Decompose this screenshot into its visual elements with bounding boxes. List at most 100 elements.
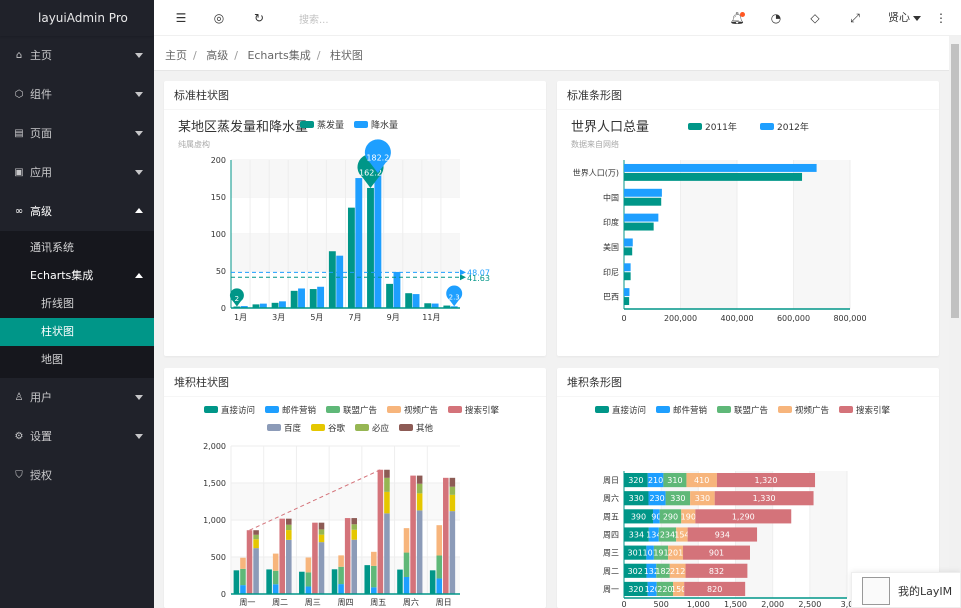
legend-swatch bbox=[265, 406, 279, 413]
page-scrollbar[interactable] bbox=[949, 36, 961, 608]
sidebar-item-1[interactable]: ⬡ 组件 bbox=[0, 75, 154, 114]
crumb-senior[interactable]: 高级 bbox=[206, 49, 228, 62]
chart-title: 某地区蒸发量和降水量 bbox=[178, 119, 308, 135]
layim-panel[interactable]: 我的LayIM bbox=[851, 572, 961, 608]
bar bbox=[624, 288, 630, 297]
sidebar-sub-echarts[interactable]: Echarts集成 bbox=[0, 262, 154, 290]
tag-icon[interactable]: ◇ bbox=[805, 0, 825, 36]
legend-swatch bbox=[778, 406, 792, 413]
bar bbox=[290, 290, 298, 308]
bar-value-label: 901 bbox=[709, 549, 724, 558]
bar bbox=[233, 570, 240, 594]
legend-label: 联盟广告 bbox=[343, 405, 377, 416]
submenu-senior: 通讯系统 Echarts集成 折线图 柱状图 地图 bbox=[0, 231, 154, 378]
menu-fold-icon[interactable]: ☰ bbox=[171, 0, 191, 36]
y-tick-label: 周一 bbox=[603, 585, 619, 594]
sidebar-sub-map[interactable]: 地图 bbox=[0, 346, 154, 374]
card-title: 标准柱状图 bbox=[164, 81, 546, 110]
bar bbox=[436, 525, 443, 556]
bar bbox=[624, 247, 633, 256]
sidebar-item-6[interactable]: ⚙ 设置 bbox=[0, 417, 154, 456]
sidebar-item-label: 主页 bbox=[30, 49, 52, 62]
app-logo[interactable]: layuiAdmin Pro bbox=[0, 0, 154, 36]
bar bbox=[347, 207, 355, 308]
theme-icon[interactable]: ◔ bbox=[766, 0, 786, 36]
chevron-down-icon bbox=[135, 395, 143, 400]
scroll-thumb[interactable] bbox=[951, 44, 959, 318]
refresh-icon[interactable]: ↻ bbox=[249, 0, 269, 36]
bar-value-label: 390 bbox=[631, 512, 646, 521]
y-tick-label: 1,000 bbox=[203, 516, 226, 525]
bar-value-label: 302 bbox=[628, 567, 643, 576]
x-tick-label: 1月 bbox=[234, 313, 247, 322]
bar-value-label: 410 bbox=[694, 476, 709, 485]
sidebar-sub-bar[interactable]: 柱状图 bbox=[0, 318, 154, 346]
sidebar-sub-line[interactable]: 折线图 bbox=[0, 290, 154, 318]
legend-label: 百度 bbox=[284, 423, 302, 434]
bell-icon[interactable]: 🔔︎ bbox=[727, 0, 747, 36]
bar bbox=[449, 511, 456, 594]
bar bbox=[305, 586, 312, 594]
bar bbox=[253, 539, 259, 549]
bar-value-label: 320 bbox=[628, 476, 643, 485]
bar bbox=[371, 587, 377, 594]
chevron-up-icon bbox=[135, 273, 143, 278]
y-tick-label: 150 bbox=[211, 193, 226, 202]
sidebar-item-0[interactable]: ⌂ 主页 bbox=[0, 36, 154, 75]
bar bbox=[272, 570, 279, 585]
bar-value-label: 310 bbox=[667, 476, 682, 485]
sidebar-item-5[interactable]: ♙ 用户 bbox=[0, 378, 154, 417]
card-title: 堆积柱状图 bbox=[164, 368, 546, 397]
legend-label: 降水量 bbox=[371, 119, 398, 131]
legend-label: 视频广告 bbox=[795, 405, 829, 416]
crumb-home[interactable]: 主页 bbox=[165, 49, 187, 62]
grid-band bbox=[231, 483, 460, 520]
legend-label: 谷歌 bbox=[328, 423, 346, 434]
user-menu[interactable]: 贤心 bbox=[888, 0, 921, 36]
bar-value-label: 330 bbox=[670, 494, 685, 503]
component-icon: ⬡ bbox=[14, 89, 24, 100]
more-icon[interactable]: ⋮ bbox=[931, 0, 951, 36]
bar bbox=[286, 530, 292, 540]
bar bbox=[240, 568, 246, 586]
bar bbox=[338, 584, 344, 594]
y-tick-label: 0 bbox=[221, 304, 226, 313]
bar bbox=[374, 173, 382, 308]
bar bbox=[253, 530, 259, 535]
crumb-echarts[interactable]: Echarts集成 bbox=[247, 49, 310, 62]
legend-swatch bbox=[355, 424, 369, 431]
chart-standard-bar: 某地区蒸发量和降水量纯属虚构 蒸发量 降水量 0 50 100 150 200 1月 3月 5月 7月… bbox=[178, 119, 490, 322]
y-tick-label: 200 bbox=[211, 156, 226, 165]
legend-label: 邮件营销 bbox=[282, 405, 317, 416]
bar bbox=[624, 222, 654, 231]
x-tick-label: 2,500 bbox=[798, 600, 821, 608]
bar bbox=[331, 569, 338, 594]
sidebar-sub-im[interactable]: 通讯系统 bbox=[0, 234, 154, 262]
bar bbox=[305, 557, 312, 573]
sidebar-item-label: 应用 bbox=[30, 166, 52, 179]
sidebar-item-3[interactable]: ▣ 应用 bbox=[0, 153, 154, 192]
sidebar-item-7[interactable]: ⛉ 授权 bbox=[0, 456, 154, 495]
page-icon: ▤ bbox=[14, 128, 24, 139]
chevron-up-icon bbox=[135, 208, 143, 213]
website-icon[interactable]: ◎ bbox=[209, 0, 229, 36]
legend-swatch bbox=[300, 121, 314, 128]
bar bbox=[624, 197, 662, 206]
caret-down-icon bbox=[913, 15, 921, 21]
y-tick-label: 中国 bbox=[603, 192, 619, 202]
search-input[interactable]: 搜索... bbox=[299, 11, 329, 26]
bar-value-label: 820 bbox=[707, 585, 722, 594]
legend-swatch bbox=[399, 424, 413, 431]
sidebar: layuiAdmin Pro ⌂ 主页 ⬡ 组件 ▤ 页面 ▣ 应用 ∞ 高级 通讯系统 Echart… bbox=[0, 0, 154, 608]
fullscreen-icon[interactable]: ⤢ bbox=[845, 0, 865, 36]
x-tick-label: 周六 bbox=[403, 597, 419, 607]
y-tick-label: 100 bbox=[211, 230, 226, 239]
bar bbox=[624, 272, 631, 281]
sidebar-item-2[interactable]: ▤ 页面 bbox=[0, 114, 154, 153]
chevron-down-icon bbox=[135, 131, 143, 136]
sidebar-item-4[interactable]: ∞ 高级 bbox=[0, 192, 154, 231]
chevron-down-icon bbox=[135, 53, 143, 58]
x-tick-label: 9月 bbox=[387, 313, 400, 322]
bar-value-label: 230 bbox=[649, 494, 664, 503]
legend-swatch bbox=[267, 424, 281, 431]
